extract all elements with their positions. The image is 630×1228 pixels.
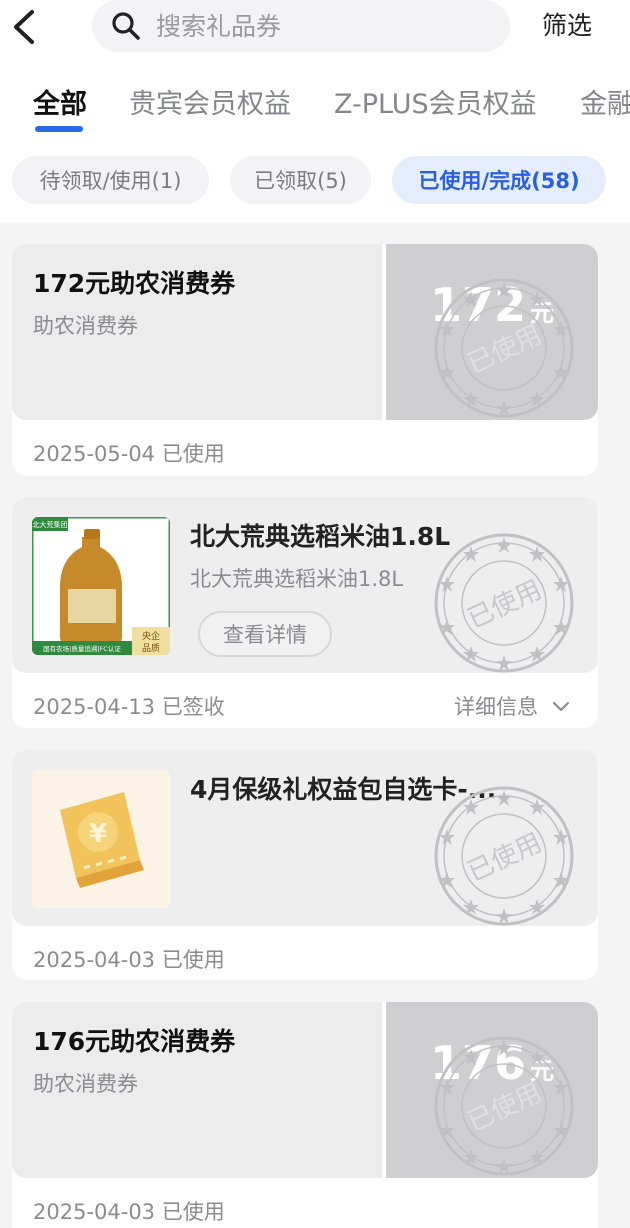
detail-info-toggle[interactable]: 详细信息: [454, 691, 572, 721]
coupon-title: 172元助农消费券: [33, 269, 236, 298]
filter-received[interactable]: 已领取(5): [230, 156, 371, 204]
svg-text:已使用: 已使用: [463, 575, 546, 635]
coupon-subtitle: 助农消费券: [33, 1072, 138, 1096]
used-stamp-icon: 已使用: [434, 278, 574, 418]
coupon-amount-area: 176 元 已使用: [386, 1002, 598, 1178]
svg-text:已使用: 已使用: [463, 828, 546, 888]
svg-text:品质: 品质: [142, 642, 160, 654]
product-card[interactable]: 北大荒集团 国有农场|质量追溯|FC认证 央企 品质 北大荒典选稻米油1.8L …: [12, 497, 598, 728]
used-stamp-icon: 已使用: [434, 786, 574, 926]
yen-ticket-icon: ¥: [32, 770, 170, 908]
used-stamp-icon: 已使用: [434, 533, 574, 673]
active-tab-indicator: [35, 126, 83, 132]
card-footer-status: 2025-04-03 已使用: [33, 1200, 225, 1224]
svg-text:已使用: 已使用: [463, 1078, 546, 1138]
search-bar[interactable]: [92, 0, 510, 52]
used-stamp-icon: 已使用: [434, 1036, 574, 1176]
svg-text:北大荒集团: 北大荒集团: [33, 520, 68, 529]
category-tabs: 全部 贵宾会员权益 Z-PLUS会员权益 金融: [0, 82, 630, 142]
search-icon: [112, 12, 140, 40]
view-details-button[interactable]: 查看详情: [198, 611, 332, 657]
svg-text:已使用: 已使用: [463, 320, 546, 380]
svg-text:¥: ¥: [89, 819, 107, 849]
coupon-info-area: 172元助农消费券 助农消费券: [12, 244, 382, 420]
filter-pending[interactable]: 待领取/使用(1): [12, 156, 209, 204]
chevron-left-icon: [14, 10, 34, 44]
detail-info-label: 详细信息: [454, 695, 538, 719]
coupon-amount-area: 172 元 已使用: [386, 244, 598, 420]
package-card[interactable]: ¥ 4月保级礼权益包自选卡-... 已使用 2025-04-03 已使用: [12, 750, 598, 980]
product-title: 北大荒典选稻米油1.8L: [190, 522, 451, 551]
card-footer-status: 2025-04-13 已签收: [33, 695, 225, 719]
header-section: 筛选 全部 贵宾会员权益 Z-PLUS会员权益 金融 待领取/使用(1) 已领取…: [0, 0, 630, 222]
search-input[interactable]: [156, 11, 476, 41]
product-subtitle: 北大荒典选稻米油1.8L: [190, 567, 404, 591]
coupon-title: 176元助农消费券: [33, 1027, 236, 1056]
tab-finance[interactable]: 金融: [580, 82, 630, 121]
coupon-card[interactable]: 176元助农消费券 助农消费券 176 元 已使用 2025-04-03 已使用: [12, 1002, 598, 1228]
card-footer-status: 2025-04-03 已使用: [33, 948, 225, 972]
product-image: 北大荒集团 国有农场|质量追溯|FC认证 央企 品质: [32, 517, 170, 655]
chevron-down-icon: [552, 701, 570, 712]
card-footer-status: 2025-05-04 已使用: [33, 442, 225, 466]
coupon-card[interactable]: 172元助农消费券 助农消费券 172 元 已使用 2025-05-04 已使用: [12, 244, 598, 476]
coupon-info-area: 176元助农消费券 助农消费券: [12, 1002, 382, 1178]
tab-all[interactable]: 全部: [33, 82, 87, 121]
svg-text:央企: 央企: [142, 630, 160, 642]
svg-text:国有农场|质量追溯|FC认证: 国有农场|质量追溯|FC认证: [43, 644, 121, 653]
back-button[interactable]: [10, 8, 40, 46]
filter-button[interactable]: 筛选: [542, 6, 592, 42]
tab-vip-benefits[interactable]: 贵宾会员权益: [129, 82, 291, 121]
coupon-subtitle: 助农消费券: [33, 314, 138, 338]
tab-zplus-benefits[interactable]: Z-PLUS会员权益: [334, 82, 537, 121]
filter-used-completed[interactable]: 已使用/完成(58): [392, 156, 606, 204]
